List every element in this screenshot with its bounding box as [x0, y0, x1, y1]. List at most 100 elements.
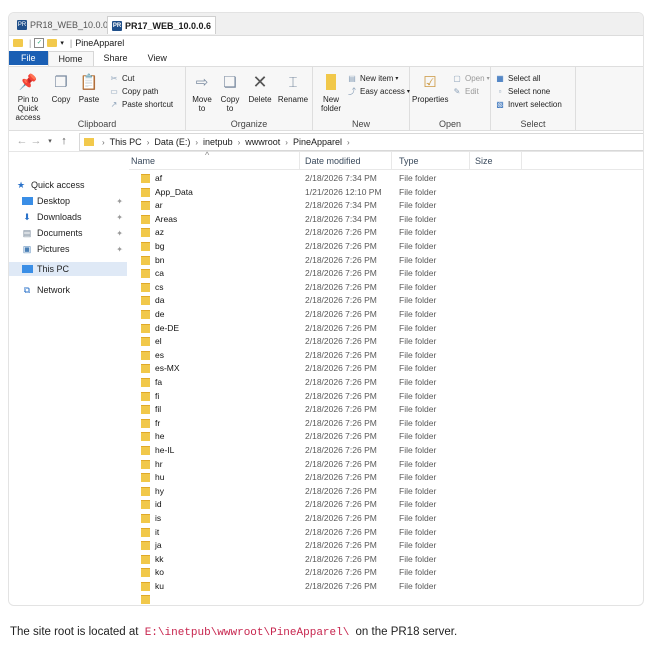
file-row[interactable]: fa 2/18/2026 7:26 PM File folder	[129, 376, 643, 389]
file-type: File folder	[399, 567, 437, 578]
nav-network[interactable]: ⧉ Network	[21, 283, 129, 297]
breadcrumb-this-pc[interactable]: This PC	[110, 137, 142, 147]
move-to-button[interactable]: ⇨ Move to	[190, 72, 214, 114]
tab-view[interactable]: View	[138, 51, 177, 65]
new-group-label: New	[351, 119, 370, 129]
file-row[interactable]: es 2/18/2026 7:26 PM File folder	[129, 349, 643, 362]
quick-access-dropdown-icon[interactable]: ▾	[60, 39, 64, 47]
pin-to-quick-access-button[interactable]: 📌 Pin to Quick access	[11, 72, 45, 123]
recent-locations-icon[interactable]: ▾	[43, 137, 57, 145]
file-name: fi	[141, 391, 159, 402]
file-row[interactable]: it 2/18/2026 7:26 PM File folder	[129, 526, 643, 539]
file-name: fil	[141, 404, 161, 415]
file-row[interactable]: cs 2/18/2026 7:26 PM File folder	[129, 281, 643, 294]
nav-quick-access[interactable]: ★ Quick access	[15, 178, 129, 192]
file-row[interactable]: fr 2/18/2026 7:26 PM File folder	[129, 417, 643, 430]
rename-button[interactable]: ⌶ Rename	[277, 72, 309, 105]
file-row[interactable]: he 2/18/2026 7:26 PM File folder	[129, 430, 643, 443]
file-row[interactable]: af 2/18/2026 7:34 PM File folder	[129, 172, 643, 185]
file-row[interactable]: id 2/18/2026 7:26 PM File folder	[129, 498, 643, 511]
column-size[interactable]: Size	[475, 156, 493, 166]
copy-to-button[interactable]: ❏ Copy to	[218, 72, 242, 114]
file-date: 2/18/2026 7:26 PM	[305, 390, 377, 401]
file-type: File folder	[399, 472, 437, 483]
file-row[interactable]: de-DE 2/18/2026 7:26 PM File folder	[129, 322, 643, 335]
nav-desktop[interactable]: Desktop ✦	[21, 194, 129, 208]
tab-pr18[interactable]: PR PR18_WEB_10.0.0.5	[13, 16, 120, 33]
file-row[interactable]: ca 2/18/2026 7:26 PM File folder	[129, 267, 643, 280]
address-bar[interactable]: › This PC › Data (E:) › inetpub › wwwroo…	[79, 133, 643, 151]
file-date: 2/18/2026 7:34 PM	[305, 213, 377, 224]
new-folder-quick-icon[interactable]	[47, 39, 58, 47]
breadcrumb-inetpub[interactable]: inetpub	[203, 137, 233, 147]
document-icon: ▤	[22, 227, 32, 238]
select-none-button[interactable]: ▫ Select none	[495, 85, 551, 97]
breadcrumb-wwwroot[interactable]: wwwroot	[245, 137, 280, 147]
file-type: File folder	[399, 322, 437, 333]
up-arrow-icon[interactable]: ↑	[57, 135, 71, 147]
copy-path-button[interactable]: ▭ Copy path	[109, 85, 158, 97]
easy-access-button[interactable]: ⤴ Easy access ▾	[347, 85, 410, 97]
cut-button[interactable]: ✂ Cut	[109, 72, 135, 84]
file-row[interactable]: ku 2/18/2026 7:26 PM File folder	[129, 580, 643, 593]
folder-icon	[141, 486, 150, 496]
properties-button[interactable]: ☑ Properties	[412, 72, 448, 105]
file-row[interactable]: is 2/18/2026 7:26 PM File folder	[129, 512, 643, 525]
file-row[interactable]: bn 2/18/2026 7:26 PM File folder	[129, 254, 643, 267]
file-row[interactable]: es-MX 2/18/2026 7:26 PM File folder	[129, 362, 643, 375]
file-row[interactable]: ko 2/18/2026 7:26 PM File folder	[129, 566, 643, 579]
file-row[interactable]: kk 2/18/2026 7:26 PM File folder	[129, 553, 643, 566]
select-all-button[interactable]: ▦ Select all	[495, 72, 540, 84]
tab-pr17[interactable]: PR PR17_WEB_10.0.0.6	[107, 16, 217, 34]
file-row-partial[interactable]	[129, 594, 643, 605]
chevron-right-icon: ›	[285, 137, 288, 147]
file-row[interactable]: el 2/18/2026 7:26 PM File folder	[129, 335, 643, 348]
folder-icon	[141, 594, 150, 604]
file-row[interactable]: az 2/18/2026 7:26 PM File folder	[129, 226, 643, 239]
tab-home[interactable]: Home	[47, 50, 94, 66]
invert-selection-button[interactable]: ▧ Invert selection	[495, 98, 562, 110]
nav-this-pc[interactable]: This PC	[9, 262, 127, 276]
tab-file[interactable]: File	[9, 51, 48, 65]
chevron-right-icon[interactable]: ›	[347, 138, 350, 147]
file-row[interactable]: fi 2/18/2026 7:26 PM File folder	[129, 390, 643, 403]
breadcrumb-pineapparel[interactable]: PineApparel	[293, 137, 342, 147]
back-arrow-icon[interactable]: ←	[15, 135, 29, 147]
invert-selection-icon: ▧	[496, 99, 504, 109]
file-row[interactable]: hr 2/18/2026 7:26 PM File folder	[129, 458, 643, 471]
file-row[interactable]: Areas 2/18/2026 7:34 PM File folder	[129, 213, 643, 226]
delete-button[interactable]: ✕ Delete	[246, 72, 274, 105]
file-row[interactable]: da 2/18/2026 7:26 PM File folder	[129, 294, 643, 307]
file-row[interactable]: bg 2/18/2026 7:26 PM File folder	[129, 240, 643, 253]
column-name[interactable]: Name	[131, 156, 155, 166]
new-item-button[interactable]: ▤ New item ▾	[347, 72, 398, 84]
open-button[interactable]: ▢ Open ▾	[452, 72, 489, 84]
paste-shortcut-button[interactable]: ↗ Paste shortcut	[109, 98, 174, 110]
edit-button[interactable]: ✎ Edit	[452, 85, 479, 97]
file-row[interactable]: he-IL 2/18/2026 7:26 PM File folder	[129, 444, 643, 457]
copy-button[interactable]: ❐ Copy	[49, 72, 73, 105]
file-date: 2/18/2026 7:26 PM	[305, 458, 377, 469]
file-row[interactable]: App_Data 1/21/2026 12:10 PM File folder	[129, 186, 643, 199]
forward-arrow-icon[interactable]: →	[29, 135, 43, 147]
nav-documents[interactable]: ▤ Documents ✦	[21, 226, 129, 240]
nav-downloads[interactable]: ⬇ Downloads ✦	[21, 210, 129, 224]
nav-pictures[interactable]: ▣ Pictures ✦	[21, 242, 129, 256]
file-row[interactable]: ja 2/18/2026 7:26 PM File folder	[129, 539, 643, 552]
column-type[interactable]: Type	[399, 156, 419, 166]
new-folder-button[interactable]: New folder	[317, 72, 345, 113]
tab-share[interactable]: Share	[94, 51, 138, 65]
window-title: PineApparel	[75, 38, 125, 48]
file-date: 2/18/2026 7:26 PM	[305, 281, 377, 292]
file-row[interactable]: de 2/18/2026 7:26 PM File folder	[129, 308, 643, 321]
file-row[interactable]: fil 2/18/2026 7:26 PM File folder	[129, 403, 643, 416]
file-name: es-MX	[141, 363, 180, 374]
properties-quick-icon[interactable]: ✓	[34, 38, 45, 48]
paste-button[interactable]: 📋 Paste	[76, 72, 102, 105]
file-row[interactable]: ar 2/18/2026 7:34 PM File folder	[129, 199, 643, 212]
column-date-modified[interactable]: Date modified	[305, 156, 361, 166]
breadcrumb-data-drive[interactable]: Data (E:)	[154, 137, 190, 147]
file-row[interactable]: hu 2/18/2026 7:26 PM File folder	[129, 471, 643, 484]
desktop-icon	[21, 196, 33, 206]
file-row[interactable]: hy 2/18/2026 7:26 PM File folder	[129, 485, 643, 498]
